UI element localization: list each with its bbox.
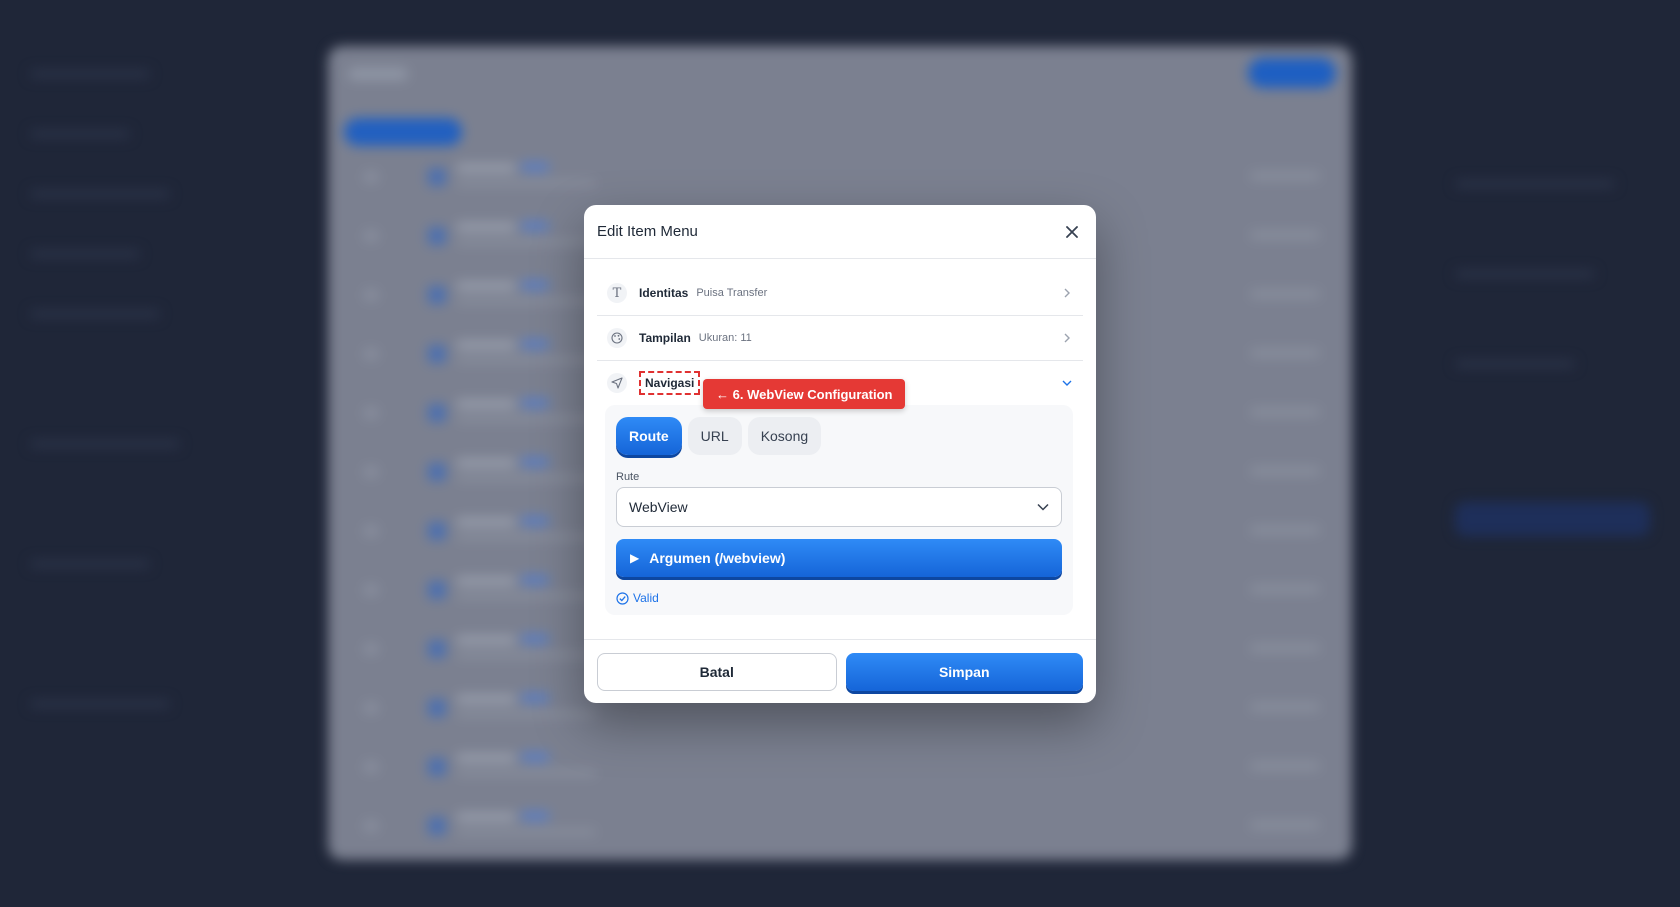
section-summary: Ukuran: 11 xyxy=(698,332,752,344)
annotation-callout: ← 6. WebView Configuration xyxy=(703,379,906,409)
navigation-panel: Route URL Kosong Rute WebView ▶ Argumen … xyxy=(605,405,1073,615)
edit-item-modal: Edit Item Menu T Identitas Puisa Transfe… xyxy=(584,205,1096,703)
play-triangle-icon: ▶ xyxy=(630,551,640,565)
bg-right-item xyxy=(1455,360,1575,368)
tab-url[interactable]: URL xyxy=(687,417,742,455)
section-label: Identitas xyxy=(639,286,689,300)
chevron-down-icon xyxy=(1037,503,1049,511)
bg-sidebar-item xyxy=(30,250,140,258)
arguments-label: Argumen (/webview) xyxy=(649,550,786,566)
navigation-icon xyxy=(607,373,627,393)
section-summary: Puisa Transfer xyxy=(696,287,768,299)
modal-body: T Identitas Puisa Transfer Tampilan Ukur… xyxy=(584,259,1096,615)
validation-status: Valid xyxy=(616,591,1062,605)
bg-sidebar-item xyxy=(30,310,160,318)
close-icon xyxy=(1066,225,1078,238)
close-button[interactable] xyxy=(1062,222,1082,242)
route-label: Rute xyxy=(616,471,640,483)
tab-kosong[interactable]: Kosong xyxy=(747,417,822,455)
section-label: Tampilan xyxy=(639,331,691,345)
chevron-right-icon xyxy=(1061,332,1073,344)
bg-sidebar-item xyxy=(30,440,180,448)
modal-title: Edit Item Menu xyxy=(597,223,698,240)
bg-right-button xyxy=(1455,502,1650,536)
tab-route[interactable]: Route xyxy=(616,417,682,455)
section-tampilan[interactable]: Tampilan Ukuran: 11 xyxy=(597,316,1083,361)
modal-header: Edit Item Menu xyxy=(584,205,1096,259)
save-button[interactable]: Simpan xyxy=(845,652,1083,691)
route-select-value: WebView xyxy=(629,499,688,515)
modal-footer: Batal Simpan xyxy=(584,639,1096,703)
bg-sidebar-item xyxy=(30,70,150,78)
bg-sidebar-item xyxy=(30,700,170,708)
bg-sidebar-item xyxy=(30,560,150,568)
text-icon: T xyxy=(607,283,627,303)
bg-sidebar-item xyxy=(30,190,170,198)
mode-tabs: Route URL Kosong xyxy=(616,417,1062,455)
chevron-down-icon xyxy=(1061,377,1073,389)
palette-icon xyxy=(607,328,627,348)
validation-text: Valid xyxy=(633,591,659,605)
check-circle-icon xyxy=(616,591,629,605)
section-label-highlighted: Navigasi xyxy=(639,371,701,395)
bg-sidebar-item xyxy=(30,130,130,138)
bg-right-item xyxy=(1455,180,1615,188)
route-select[interactable]: WebView xyxy=(616,487,1062,527)
cancel-button[interactable]: Batal xyxy=(597,652,837,691)
section-identitas[interactable]: T Identitas Puisa Transfer xyxy=(597,271,1083,316)
section-navigasi[interactable]: Navigasi ← 6. WebView Configuration xyxy=(597,361,1083,409)
arguments-toggle-button[interactable]: ▶ Argumen (/webview) xyxy=(616,539,1062,577)
chevron-right-icon xyxy=(1061,287,1073,299)
bg-right-item xyxy=(1455,270,1595,278)
